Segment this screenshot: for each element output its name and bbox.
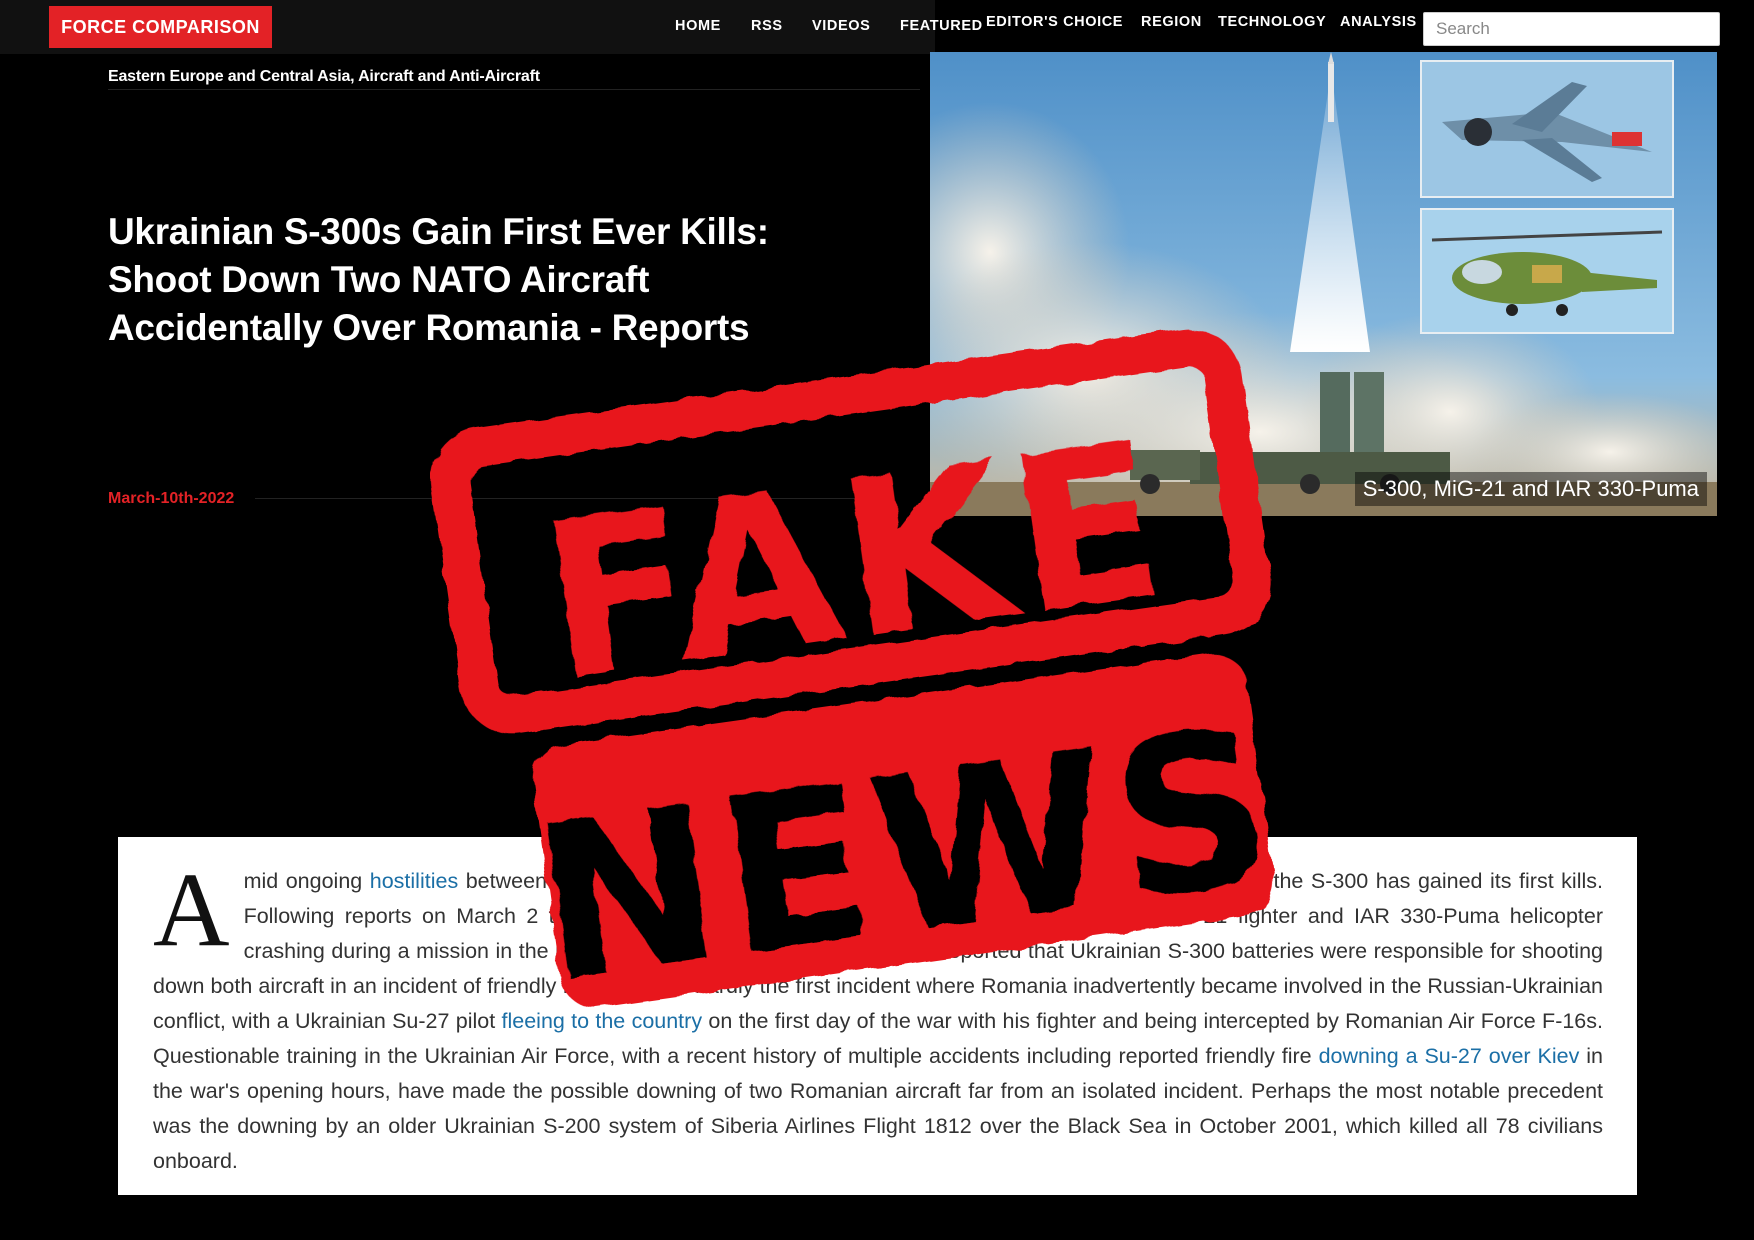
divider xyxy=(108,89,920,90)
hero-image: S-300, MiG-21 and IAR 330-Puma xyxy=(930,52,1717,516)
search-input[interactable] xyxy=(1423,12,1720,46)
link-hostilities[interactable]: hostilities xyxy=(370,869,458,893)
headline-line-3: Accidentally Over Romania - Reports xyxy=(108,307,750,348)
nav-featured[interactable]: FEATURED xyxy=(900,18,983,34)
nav-rss[interactable]: RSS xyxy=(751,18,783,34)
image-caption: S-300, MiG-21 and IAR 330-Puma xyxy=(1354,472,1707,506)
nav-videos[interactable]: VIDEOS xyxy=(812,18,870,34)
mig21-inset-photo xyxy=(1420,60,1674,198)
nav-region[interactable]: REGION xyxy=(1141,14,1202,30)
article-date: March-10th-2022 xyxy=(108,490,235,507)
article-body-card: Amid ongoing hostilities between Russian… xyxy=(118,837,1637,1195)
headline-line-2: Shoot Down Two NATO Aircraft xyxy=(108,259,650,300)
link-fleeing-to-the-country[interactable]: fleeing to the country xyxy=(502,1009,703,1033)
nav-home[interactable]: HOME xyxy=(675,18,721,34)
headline-line-1: Ukrainian S-300s Gain First Ever Kills: xyxy=(108,211,769,252)
nav-technology[interactable]: TECHNOLOGY xyxy=(1218,14,1326,30)
site-logo[interactable]: FORCE COMPARISON xyxy=(49,6,272,48)
body-text: mid ongoing xyxy=(243,869,370,893)
dropcap: A xyxy=(153,851,230,968)
page: FORCE COMPARISON HOME RSS VIDEOS FEATURE… xyxy=(0,0,1754,1240)
top-navigation-bar: FORCE COMPARISON HOME RSS VIDEOS FEATURE… xyxy=(0,0,1754,54)
article-categories[interactable]: Eastern Europe and Central Asia, Aircraf… xyxy=(108,68,540,86)
article-headline: Ukrainian S-300s Gain First Ever Kills: … xyxy=(108,208,868,352)
divider xyxy=(255,498,855,499)
puma-helicopter-inset-photo xyxy=(1420,208,1674,334)
nav-analysis[interactable]: ANALYSIS xyxy=(1340,14,1417,30)
link-downing-su27-over-kiev[interactable]: downing a Su-27 over Kiev xyxy=(1319,1044,1580,1068)
article-body: Amid ongoing hostilities between Russian… xyxy=(153,851,1603,1179)
nav-editors-choice[interactable]: EDITOR'S CHOICE xyxy=(986,14,1123,30)
